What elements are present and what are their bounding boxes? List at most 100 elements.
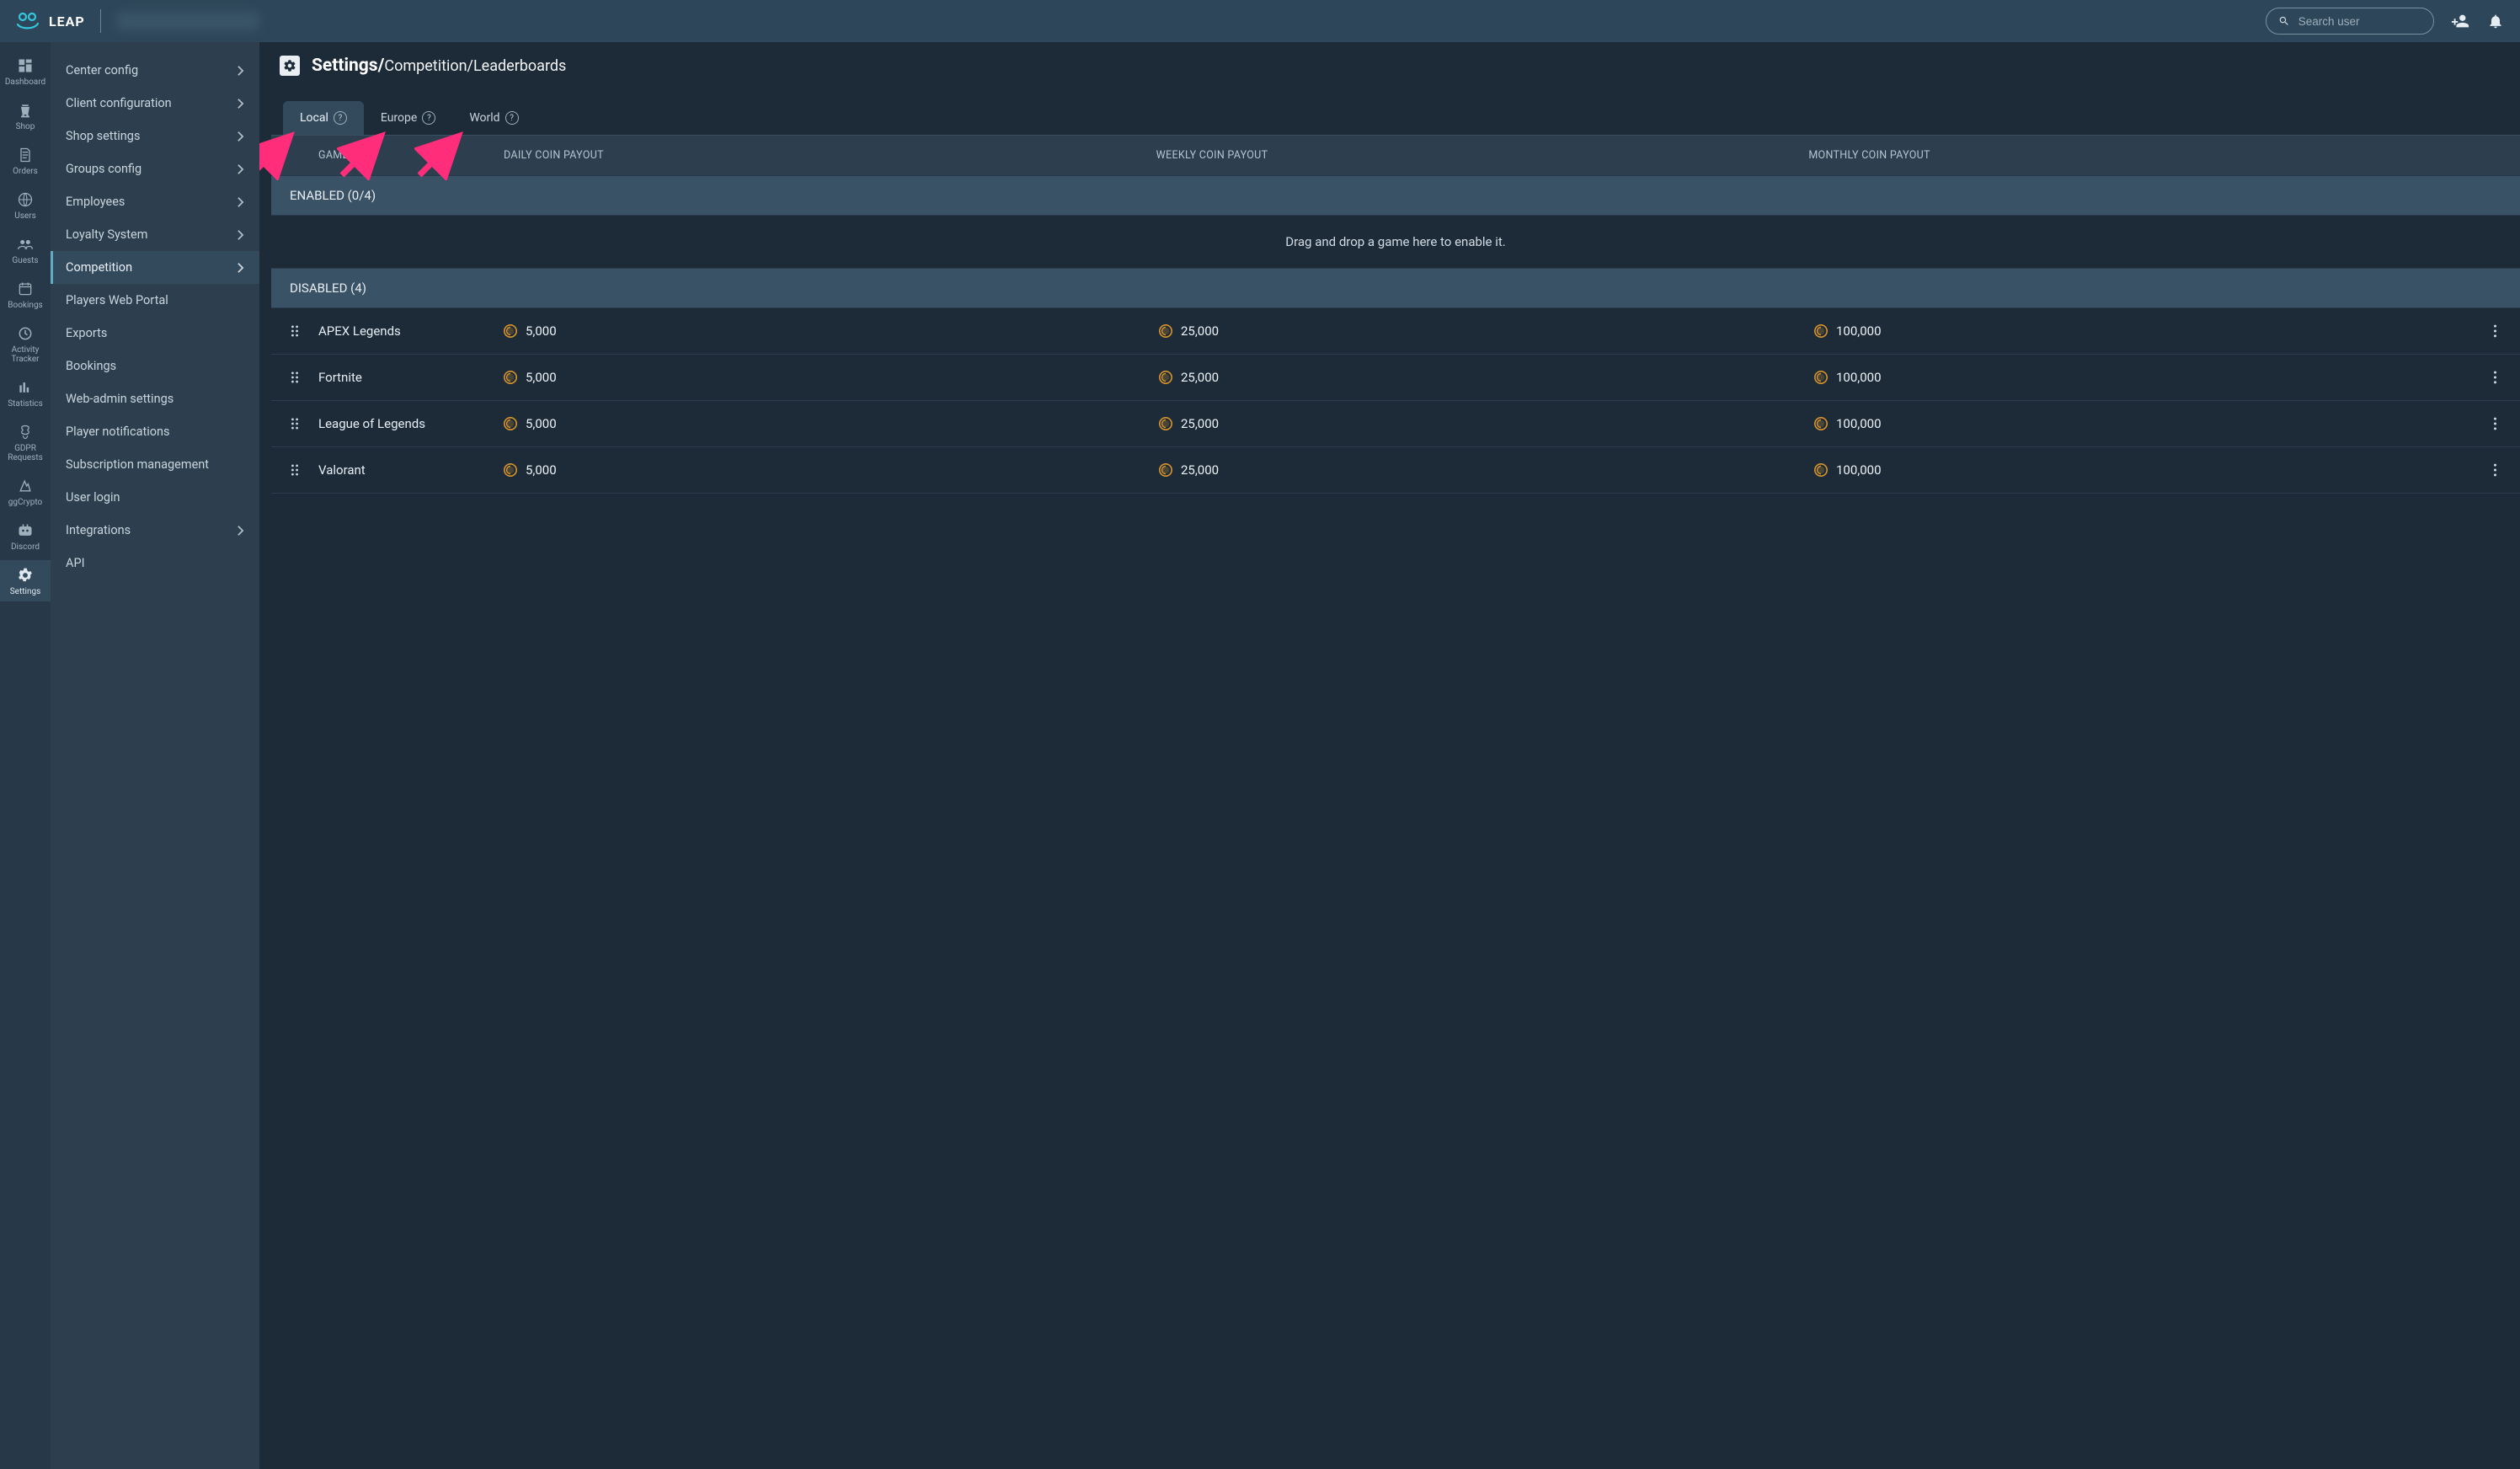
tab-world[interactable]: World? xyxy=(452,101,535,135)
coin-icon xyxy=(1814,463,1828,477)
rail-label: Users xyxy=(14,211,36,221)
rail-item-activity-tracker[interactable]: Activity Tracker xyxy=(0,318,51,369)
settings-item-user-login[interactable]: User login xyxy=(51,481,259,514)
drag-handle-icon[interactable] xyxy=(271,370,318,385)
drag-handle-icon[interactable] xyxy=(271,323,318,339)
settings-item-integrations[interactable]: Integrations xyxy=(51,514,259,547)
tab-local[interactable]: Local? xyxy=(283,101,364,135)
rail-label: ggCrypto xyxy=(8,498,42,507)
col-daily: DAILY COIN PAYOUT xyxy=(504,149,1156,162)
table-row: Valorant5,00025,000100,000 xyxy=(271,447,2520,494)
drag-handle-icon[interactable] xyxy=(271,416,318,431)
row-menu-button[interactable] xyxy=(2469,370,2520,385)
page-header: Settings/ Competition/Leaderboards xyxy=(259,42,2520,84)
game-name: APEX Legends xyxy=(318,323,504,339)
settings-item-label: Web-admin settings xyxy=(66,392,174,406)
rail-icon xyxy=(17,424,34,441)
coin-icon xyxy=(504,417,517,430)
rail-item-bookings[interactable]: Bookings xyxy=(0,274,51,315)
daily-payout: 5,000 xyxy=(504,416,1159,431)
chevron-right-icon xyxy=(237,525,244,537)
settings-item-label: Integrations xyxy=(66,523,131,537)
search-user[interactable] xyxy=(2266,8,2434,35)
row-menu-button[interactable] xyxy=(2469,416,2520,431)
chevron-right-icon xyxy=(237,98,244,110)
coin-icon xyxy=(1814,371,1828,384)
settings-item-label: Players Web Portal xyxy=(66,293,168,307)
rail-label: Settings xyxy=(10,587,41,596)
settings-item-label: Shop settings xyxy=(66,129,140,143)
rail-item-dashboard[interactable]: Dashboard xyxy=(0,51,51,92)
rail-item-shop[interactable]: Shop xyxy=(0,95,51,136)
leaderboard-table: GAME DAILY COIN PAYOUT WEEKLY COIN PAYOU… xyxy=(271,135,2520,494)
settings-item-client-configuration[interactable]: Client configuration xyxy=(51,87,259,120)
settings-item-exports[interactable]: Exports xyxy=(51,317,259,350)
settings-item-label: Groups config xyxy=(66,162,141,176)
monthly-payout: 100,000 xyxy=(1814,370,2469,385)
help-icon[interactable]: ? xyxy=(422,111,435,125)
rail-label: Bookings xyxy=(8,301,42,310)
settings-item-web-admin-settings[interactable]: Web-admin settings xyxy=(51,382,259,415)
game-name: Fortnite xyxy=(318,370,504,385)
settings-item-subscription-management[interactable]: Subscription management xyxy=(51,448,259,481)
settings-item-loyalty-system[interactable]: Loyalty System xyxy=(51,218,259,251)
brand-text: LEAP xyxy=(49,13,85,29)
bell-icon[interactable] xyxy=(2486,12,2505,30)
table-row: APEX Legends5,00025,000100,000 xyxy=(271,308,2520,355)
row-menu-button[interactable] xyxy=(2469,323,2520,339)
settings-item-label: Client configuration xyxy=(66,96,172,110)
rail-label: Dashboard xyxy=(5,77,45,87)
rail-item-ggcrypto[interactable]: ggCrypto xyxy=(0,471,51,512)
rail-item-gdpr-requests[interactable]: GDPR Requests xyxy=(0,417,51,467)
settings-item-shop-settings[interactable]: Shop settings xyxy=(51,120,259,152)
settings-item-competition[interactable]: Competition xyxy=(51,251,259,284)
brand-logo[interactable]: LEAP xyxy=(15,10,85,32)
help-icon[interactable]: ? xyxy=(334,111,347,125)
gear-icon xyxy=(280,56,300,76)
add-user-icon[interactable] xyxy=(2451,12,2469,30)
rail-item-discord[interactable]: Discord xyxy=(0,515,51,557)
tab-europe[interactable]: Europe? xyxy=(364,101,452,135)
rail-icon xyxy=(17,57,34,74)
rail-icon xyxy=(17,567,34,584)
col-weekly: WEEKLY COIN PAYOUT xyxy=(1156,149,1809,162)
divider xyxy=(100,9,101,33)
main-content: Settings/ Competition/Leaderboards Local… xyxy=(259,42,2520,1469)
coin-icon xyxy=(1814,417,1828,430)
rail-icon xyxy=(17,191,34,208)
rail-icon xyxy=(17,478,34,494)
coin-icon xyxy=(504,324,517,338)
rail-item-orders[interactable]: Orders xyxy=(0,140,51,181)
rail-icon xyxy=(17,325,34,342)
enabled-drop-zone[interactable]: Drag and drop a game here to enable it. xyxy=(271,216,2520,269)
rail-item-settings[interactable]: Settings xyxy=(0,560,51,601)
rail-item-users[interactable]: Users xyxy=(0,184,51,226)
rail-label: Shop xyxy=(16,122,35,131)
settings-item-groups-config[interactable]: Groups config xyxy=(51,152,259,185)
settings-item-label: Loyalty System xyxy=(66,227,147,242)
nav-rail: Dashboard Shop Orders Users Guests Bookings Ac… xyxy=(0,42,51,1469)
search-user-input[interactable] xyxy=(2298,15,2421,28)
rail-item-statistics[interactable]: Statistics xyxy=(0,372,51,414)
drag-handle-icon[interactable] xyxy=(271,462,318,478)
monthly-payout: 100,000 xyxy=(1814,323,2469,339)
col-monthly: MONTHLY COIN PAYOUT xyxy=(1808,149,2461,162)
row-menu-button[interactable] xyxy=(2469,462,2520,478)
rail-icon xyxy=(17,522,34,539)
rail-item-guests[interactable]: Guests xyxy=(0,229,51,270)
settings-item-employees[interactable]: Employees xyxy=(51,185,259,218)
help-icon[interactable]: ? xyxy=(505,111,519,125)
settings-item-label: Competition xyxy=(66,260,132,275)
tab-label: World xyxy=(469,111,499,125)
settings-item-players-web-portal[interactable]: Players Web Portal xyxy=(51,284,259,317)
chevron-right-icon xyxy=(237,163,244,175)
coin-icon xyxy=(1159,371,1172,384)
coin-icon xyxy=(1159,417,1172,430)
settings-item-bookings[interactable]: Bookings xyxy=(51,350,259,382)
settings-item-center-config[interactable]: Center config xyxy=(51,54,259,87)
settings-item-api[interactable]: API xyxy=(51,547,259,580)
monthly-payout: 100,000 xyxy=(1814,462,2469,478)
org-name-redacted xyxy=(116,12,259,30)
breadcrumb-path: Competition/Leaderboards xyxy=(384,57,566,75)
settings-item-player-notifications[interactable]: Player notifications xyxy=(51,415,259,448)
